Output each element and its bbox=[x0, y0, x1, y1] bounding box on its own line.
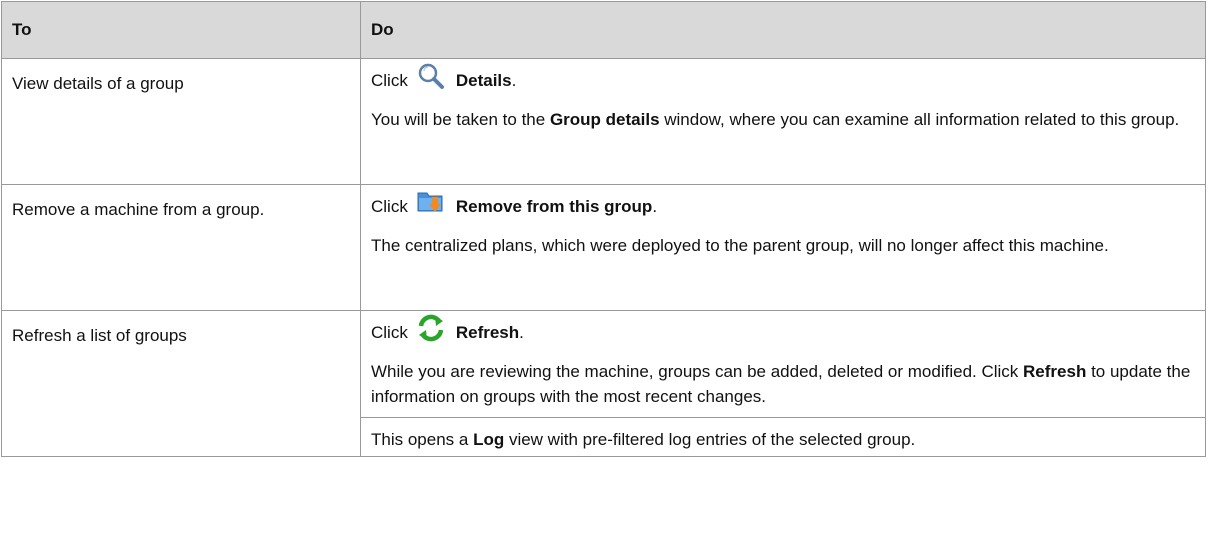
row-description: You will be taken to the Group details w… bbox=[371, 103, 1195, 142]
row-to-cell: Remove a machine from a group. bbox=[1, 184, 361, 311]
row-to-text: View details of a group bbox=[12, 74, 184, 93]
table-row: Refresh a list of groups Click Refresh. bbox=[1, 310, 1206, 457]
desc-text: You will be taken to the bbox=[371, 110, 550, 129]
table-row: View details of a group Click Details. Y… bbox=[1, 58, 1206, 185]
table-header-row: To Do bbox=[1, 1, 1206, 59]
header-do: Do bbox=[360, 1, 1206, 59]
click-instruction: Click Details. bbox=[371, 59, 1195, 103]
action-label-details: Details bbox=[455, 71, 512, 90]
row-to-text: Refresh a list of groups bbox=[12, 326, 187, 345]
folder-remove-icon[interactable] bbox=[416, 187, 446, 217]
row-do-cell: Click Refresh. While you are reviewing t… bbox=[360, 310, 1206, 418]
header-to: To bbox=[1, 1, 361, 59]
desc-text: This opens a bbox=[371, 430, 474, 449]
row-to-text: Remove a machine from a group. bbox=[12, 200, 265, 219]
row-description: The centralized plans, which were deploy… bbox=[371, 229, 1195, 268]
magnifier-icon[interactable] bbox=[416, 61, 446, 91]
click-instruction: Click Refresh. bbox=[371, 311, 1195, 355]
table-row: Remove a machine from a group. Click Rem… bbox=[1, 184, 1206, 311]
desc-text: window, where you can examine all inform… bbox=[659, 110, 1180, 129]
refresh-icon[interactable] bbox=[416, 313, 446, 343]
action-label-remove: Remove from this group bbox=[455, 197, 653, 216]
click-prefix: Click bbox=[371, 197, 408, 216]
desc-text: The centralized plans, which were deploy… bbox=[371, 236, 1109, 255]
desc-bold: Refresh bbox=[1023, 362, 1087, 381]
row-do-cell: Click Details. You will be taken to the … bbox=[360, 58, 1206, 185]
actions-table: To Do View details of a group Click Deta… bbox=[1, 1, 1206, 457]
desc-bold: Log bbox=[473, 430, 505, 449]
action-suffix: . bbox=[652, 197, 658, 216]
action-label-refresh: Refresh bbox=[455, 323, 520, 342]
click-prefix: Click bbox=[371, 71, 408, 90]
row-do-cell: Click Remove from this group. The centra… bbox=[360, 184, 1206, 311]
click-instruction: Click Remove from this group. bbox=[371, 185, 1195, 229]
row-to-cell: View details of a group bbox=[1, 58, 361, 185]
desc-bold: Group details bbox=[549, 110, 660, 129]
action-suffix: . bbox=[519, 323, 524, 342]
desc-text: While you are reviewing the machine, gro… bbox=[371, 362, 1024, 381]
row-to-cell: Refresh a list of groups bbox=[1, 310, 361, 457]
action-suffix: . bbox=[511, 71, 517, 90]
click-prefix: Click bbox=[371, 323, 408, 342]
row-description: This opens a Log view with pre-filtered … bbox=[371, 418, 1195, 456]
row-do-cell: This opens a Log view with pre-filtered … bbox=[360, 417, 1206, 457]
row-description: While you are reviewing the machine, gro… bbox=[371, 355, 1195, 417]
desc-text: view with pre-filtered log entries of th… bbox=[504, 430, 916, 449]
